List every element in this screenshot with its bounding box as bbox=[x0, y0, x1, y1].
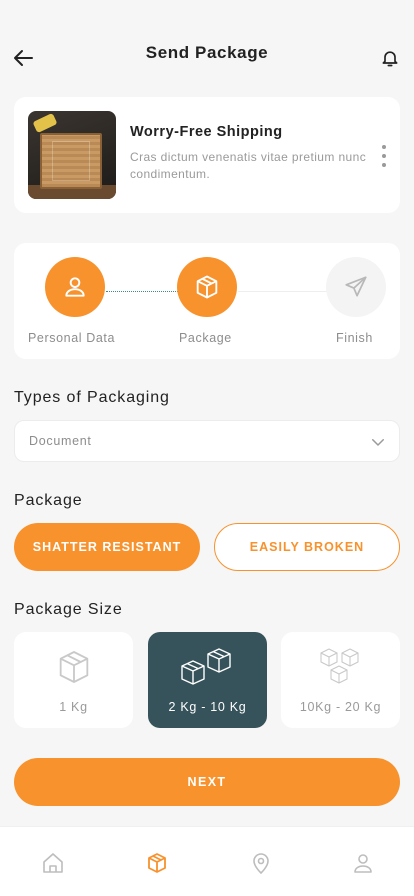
step-connector-pending bbox=[238, 291, 328, 292]
tab-home[interactable] bbox=[39, 849, 67, 877]
package-icon bbox=[148, 853, 166, 873]
more-vertical-icon bbox=[382, 145, 386, 149]
bell-icon bbox=[382, 51, 398, 67]
step-label-finish: Finish bbox=[336, 331, 373, 345]
package-icon bbox=[196, 275, 218, 299]
packaging-title: Types of Packaging bbox=[14, 389, 170, 406]
packaging-type-select[interactable]: Document bbox=[14, 420, 400, 462]
arrow-left-icon bbox=[14, 50, 33, 66]
step-personal-data[interactable] bbox=[45, 257, 105, 317]
size-option-2-10kg[interactable]: 2 Kg - 10 Kg bbox=[148, 632, 267, 728]
size-option-1kg[interactable]: 1 Kg bbox=[14, 632, 133, 728]
page-title: Send Package bbox=[145, 43, 269, 62]
size-label-1kg: 1 Kg bbox=[59, 700, 88, 714]
step-label-personal-data: Personal Data bbox=[28, 331, 116, 345]
user-icon bbox=[354, 854, 372, 873]
packaging-selected-value: Document bbox=[29, 434, 92, 448]
size-label-2-10kg: 2 Kg - 10 Kg bbox=[168, 700, 247, 714]
tab-profile[interactable] bbox=[349, 849, 377, 877]
step-label-package: Package bbox=[179, 331, 232, 345]
single-box-icon bbox=[59, 651, 88, 683]
step-connector-complete bbox=[106, 291, 178, 292]
bottom-tab-bar bbox=[0, 826, 414, 896]
promo-description: Cras dictum venenatis vitae pretium nunc… bbox=[130, 150, 367, 181]
next-button[interactable]: NEXT bbox=[14, 758, 400, 806]
easily-broken-button[interactable]: EASILY BROKEN bbox=[214, 523, 400, 571]
package-size-title: Package Size bbox=[14, 601, 123, 618]
two-boxes-icon bbox=[180, 648, 231, 685]
shatter-resistant-button[interactable]: SHATTER RESISTANT bbox=[14, 523, 200, 571]
chevron-down-icon bbox=[372, 439, 384, 446]
package-photo bbox=[28, 111, 116, 199]
tab-location[interactable] bbox=[247, 849, 275, 877]
size-option-10-20kg[interactable]: 10Kg - 20 Kg bbox=[281, 632, 400, 728]
tab-package[interactable] bbox=[143, 849, 171, 877]
multiple-boxes-icon bbox=[319, 648, 359, 684]
map-pin-icon bbox=[253, 853, 269, 874]
home-icon bbox=[43, 853, 63, 873]
step-finish[interactable] bbox=[326, 257, 386, 317]
promo-card[interactable]: Worry-Free Shipping Cras dictum venenati… bbox=[14, 97, 400, 213]
send-icon bbox=[345, 276, 367, 297]
size-label-10-20kg: 10Kg - 20 Kg bbox=[299, 700, 382, 714]
user-icon bbox=[65, 277, 85, 297]
promo-title: Worry-Free Shipping bbox=[130, 124, 283, 140]
notifications-button[interactable] bbox=[376, 44, 404, 72]
back-button[interactable] bbox=[10, 44, 38, 72]
app-header: Send Package bbox=[0, 0, 414, 90]
more-button[interactable] bbox=[378, 145, 390, 167]
progress-stepper: Personal Data Package Finish bbox=[14, 243, 400, 359]
package-title: Package bbox=[14, 492, 83, 509]
step-package[interactable] bbox=[177, 257, 237, 317]
